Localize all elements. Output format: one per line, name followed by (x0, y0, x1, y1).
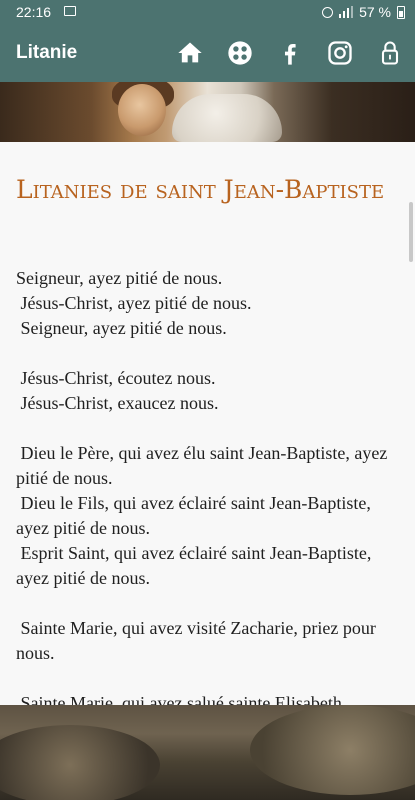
app-title: Litanie (16, 42, 78, 63)
header-painting (0, 82, 415, 142)
footer-painting (0, 705, 415, 800)
instagram-icon (328, 41, 352, 65)
app-bar: Litanie (0, 26, 415, 82)
lock-button[interactable] (375, 38, 405, 68)
battery-icon (397, 5, 405, 19)
lock-icon (381, 41, 399, 65)
alarm-icon (322, 6, 334, 18)
app-bar-actions (175, 38, 405, 68)
status-icons: 57 % (322, 4, 405, 20)
litany-heading: Litanies de saint Jean-Baptiste (16, 175, 385, 204)
signal-icon (339, 6, 354, 18)
facebook-button[interactable] (275, 38, 305, 68)
litany-text: Seigneur, ayez pitié de nous. Jésus-Chri… (16, 268, 388, 705)
litany-content[interactable]: Litanies de saint Jean-Baptiste Seigneur… (0, 142, 415, 705)
apps-icon (228, 41, 252, 65)
battery-percent: 57 % (359, 4, 391, 20)
home-button[interactable] (175, 38, 205, 68)
status-time: 22:16 (16, 4, 52, 20)
painting-lamb (172, 94, 282, 142)
status-bar: 22:16 57 % (0, 0, 415, 26)
instagram-button[interactable] (325, 38, 355, 68)
painting-shadow-right (250, 705, 415, 795)
painting-shadow-left (0, 725, 160, 800)
home-icon (178, 42, 202, 63)
apps-button[interactable] (225, 38, 255, 68)
image-icon (64, 6, 76, 16)
facebook-icon (284, 44, 296, 65)
painting-child-face (118, 84, 166, 136)
scrollbar[interactable] (409, 202, 413, 262)
